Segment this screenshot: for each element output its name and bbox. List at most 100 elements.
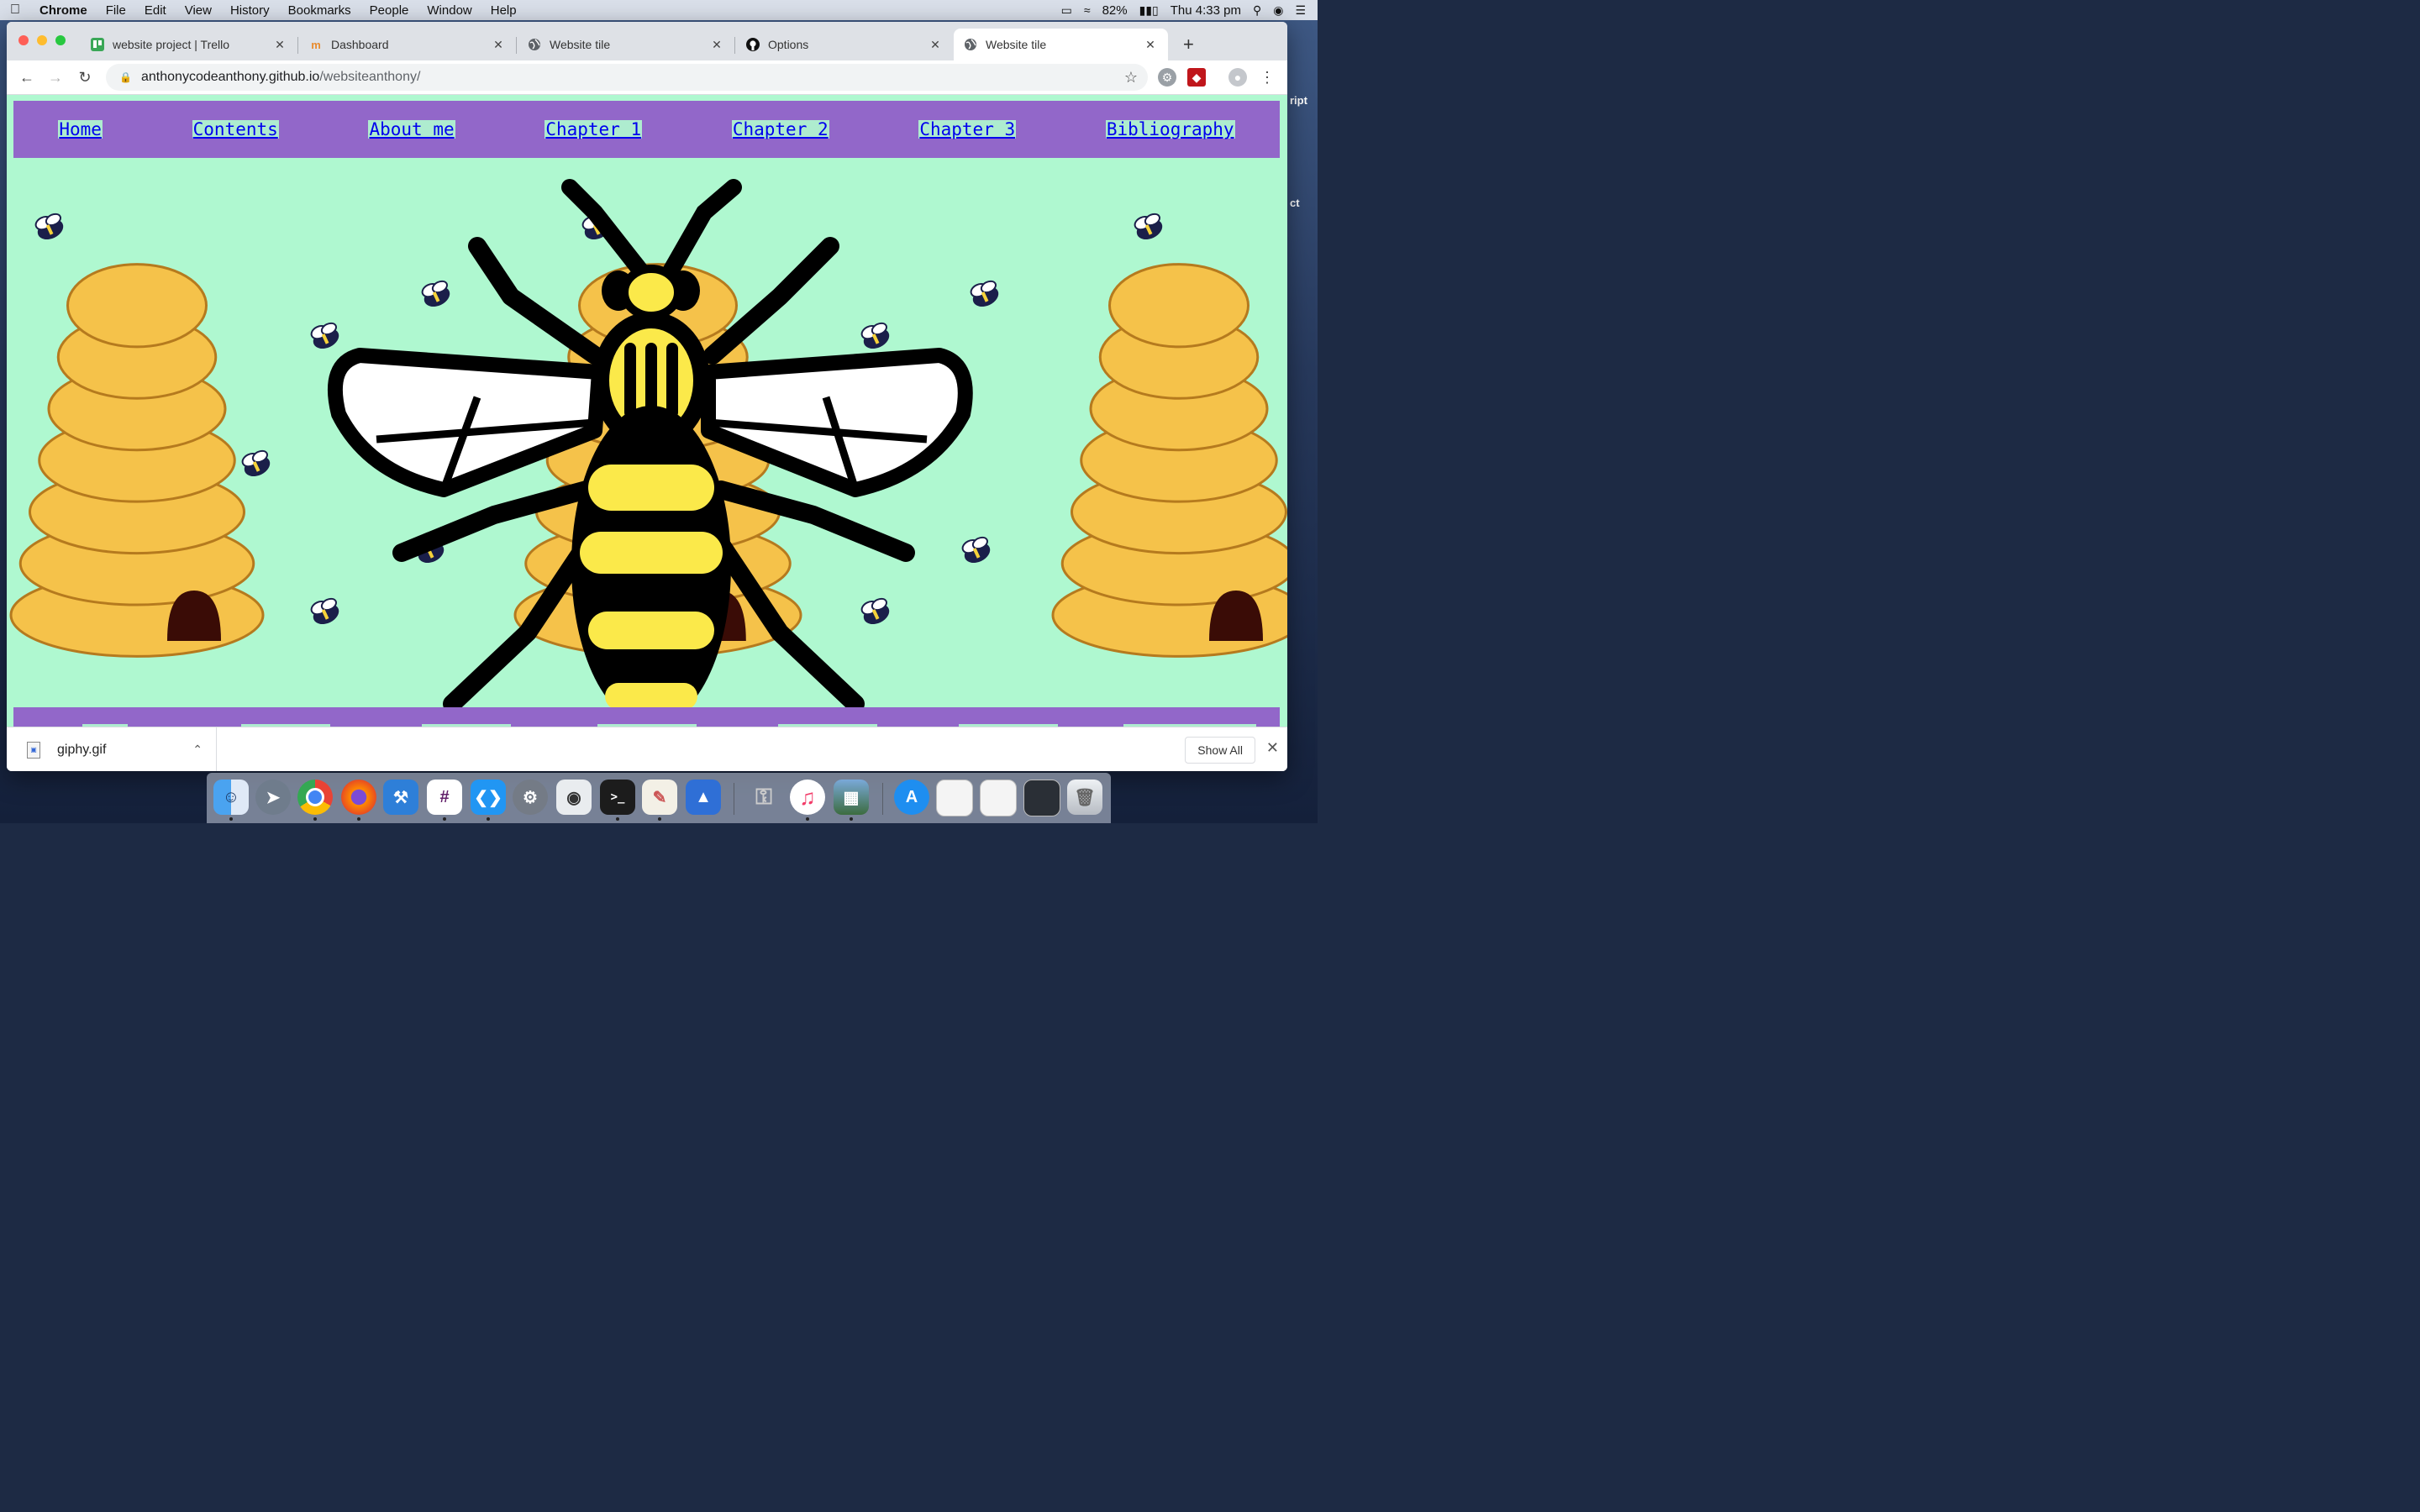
menu-app-name[interactable]: Chrome xyxy=(30,3,97,18)
xcode-icon[interactable]: ⚒ xyxy=(383,780,418,815)
slack-icon[interactable]: # xyxy=(427,780,462,815)
trello-icon xyxy=(91,38,104,51)
show-all-button[interactable]: Show All xyxy=(1185,737,1255,764)
apple-menu-icon[interactable]:  xyxy=(0,3,30,18)
launchpad-icon[interactable]: ➤ xyxy=(255,780,291,815)
bee-hero-illustration xyxy=(7,95,1287,727)
finder-icon[interactable]: ☺ xyxy=(213,780,249,815)
tab-title: Website tile xyxy=(986,38,1047,51)
dock-running-dot xyxy=(313,817,317,821)
tab-website-tile-active[interactable]: Website tile ✕ xyxy=(954,29,1168,60)
minimized-window-icon[interactable] xyxy=(1023,780,1060,816)
site-nav-bar-repeat xyxy=(13,707,1280,727)
dock-running-dot xyxy=(658,817,661,821)
reload-icon[interactable]: ↻ xyxy=(75,67,95,87)
lock-icon[interactable]: 🔒 xyxy=(119,71,132,83)
browser-toolbar: ← → ↻ 🔒 anthonycodeanthony.github.io/web… xyxy=(7,60,1287,95)
tab-title: website project | Trello xyxy=(113,38,230,51)
extension-gear-icon[interactable]: ⚙ xyxy=(1158,68,1176,87)
zoom-window-button[interactable] xyxy=(55,35,66,45)
minimized-window-icon[interactable] xyxy=(980,780,1017,816)
profile-avatar-icon[interactable]: ● xyxy=(1228,68,1247,87)
nav-link-bibliography[interactable]: Bibliography xyxy=(1105,120,1235,139)
chrome-icon[interactable] xyxy=(297,780,333,815)
new-tab-plus-icon[interactable]: + xyxy=(1183,34,1194,55)
desktop-window-edge-text: ript xyxy=(1290,94,1307,107)
tab-close-icon[interactable]: ✕ xyxy=(272,38,287,52)
tab-title: Options xyxy=(768,38,809,51)
browser-window: website project | Trello ✕ m Dashboard ✕… xyxy=(7,22,1287,771)
back-arrow-icon[interactable]: ← xyxy=(17,67,37,87)
web-page-viewport: Home Contents About me Chapter 1 Chapter… xyxy=(7,95,1287,727)
wifi-icon[interactable]: ≈ xyxy=(1084,3,1091,17)
site-nav-bar: Home Contents About me Chapter 1 Chapter… xyxy=(13,101,1280,158)
tab-options[interactable]: Options ✕ xyxy=(736,29,953,60)
address-host: anthonycodeanthony.github.io xyxy=(141,70,320,84)
menu-history[interactable]: History xyxy=(221,3,279,18)
tab-trello[interactable]: website project | Trello ✕ xyxy=(81,29,297,60)
nav-link-about-me[interactable]: About me xyxy=(368,120,455,139)
menu-view[interactable]: View xyxy=(176,3,221,18)
siri-icon[interactable]: ◉ xyxy=(1273,3,1283,18)
minimized-window-icon[interactable] xyxy=(936,780,973,816)
menu-clock[interactable]: Thu 4:33 pm xyxy=(1171,3,1241,18)
downloads-shelf: ▣ giphy.gif ⌃ Show All ✕ xyxy=(7,727,1287,771)
tab-close-icon[interactable]: ✕ xyxy=(928,38,943,52)
extension-ruby-icon[interactable]: ◆ xyxy=(1187,68,1206,87)
battery-percent[interactable]: 82% xyxy=(1102,3,1128,18)
chevron-up-icon[interactable]: ⌃ xyxy=(192,743,203,757)
menu-edit[interactable]: Edit xyxy=(135,3,176,18)
tab-website-tile[interactable]: Website tile ✕ xyxy=(518,29,734,60)
dock-running-dot xyxy=(229,817,233,821)
itunes-icon[interactable]: ♫ xyxy=(790,780,825,815)
bee-head xyxy=(620,265,682,320)
tab-divider xyxy=(516,37,517,54)
airplay-icon[interactable]: ▭ xyxy=(1061,3,1072,18)
close-icon[interactable]: ✕ xyxy=(1266,739,1279,757)
menu-file[interactable]: File xyxy=(97,3,135,18)
bookmark-star-icon[interactable]: ☆ xyxy=(1124,69,1138,87)
spotlight-search-icon[interactable]: ⚲ xyxy=(1253,3,1261,18)
tab-close-icon[interactable]: ✕ xyxy=(491,38,506,52)
nav-link-contents[interactable]: Contents xyxy=(192,120,279,139)
system-preferences-icon[interactable]: ⚙ xyxy=(513,780,548,815)
keychain-access-icon[interactable]: ⚿ xyxy=(746,780,781,815)
minimize-window-button[interactable] xyxy=(37,35,47,45)
preview-icon[interactable]: ▦ xyxy=(834,780,869,815)
screenshot-icon[interactable]: ◉ xyxy=(556,780,592,815)
terminal-icon[interactable]: >_ xyxy=(600,780,635,815)
vscode-icon[interactable]: ❮❯ xyxy=(471,780,506,815)
nav-link-chapter-2[interactable]: Chapter 2 xyxy=(731,120,829,139)
dock-running-dot xyxy=(616,817,619,821)
keynote-icon[interactable]: ▲ xyxy=(686,780,721,815)
battery-icon[interactable]: ▮▮▯ xyxy=(1139,3,1159,18)
more-menu-icon[interactable]: ⋮ xyxy=(1257,67,1277,87)
forward-arrow-icon[interactable]: → xyxy=(45,67,66,87)
app-store-icon[interactable]: A xyxy=(894,780,929,815)
trash-icon[interactable]: 🗑 xyxy=(1067,780,1102,815)
address-path: /websiteanthony/ xyxy=(319,70,421,84)
nav-link-home[interactable]: Home xyxy=(58,120,103,139)
desktop-window-edge-text: ct xyxy=(1290,197,1300,209)
notification-center-icon[interactable]: ☰ xyxy=(1295,3,1306,18)
menu-help[interactable]: Help xyxy=(481,3,526,18)
menu-window[interactable]: Window xyxy=(418,3,481,18)
dock-running-dot xyxy=(487,817,490,821)
firefox-icon[interactable] xyxy=(341,780,376,815)
menu-people[interactable]: People xyxy=(360,3,418,18)
dock-running-dot xyxy=(357,817,360,821)
menu-bookmarks[interactable]: Bookmarks xyxy=(279,3,360,18)
address-bar[interactable]: 🔒 anthonycodeanthony.github.io/websitean… xyxy=(106,64,1148,91)
download-item[interactable]: ▣ giphy.gif ⌃ xyxy=(7,727,217,771)
gif-file-icon: ▣ xyxy=(27,741,40,759)
nav-link-chapter-1[interactable]: Chapter 1 xyxy=(544,120,643,139)
tab-close-icon[interactable]: ✕ xyxy=(1143,38,1158,52)
dock-running-dot xyxy=(443,817,446,821)
close-window-button[interactable] xyxy=(18,35,29,45)
textedit-icon[interactable]: ✎ xyxy=(642,780,677,815)
tab-close-icon[interactable]: ✕ xyxy=(709,38,724,52)
abdomen-stripe xyxy=(580,532,723,574)
tab-dashboard[interactable]: m Dashboard ✕ xyxy=(299,29,516,60)
mac-dock: ☺ ➤ ⚒ # ❮❯ ⚙ ◉ >_ ✎ ▲ ⚿ ♫ ▦ A 🗑 xyxy=(207,773,1111,823)
nav-link-chapter-3[interactable]: Chapter 3 xyxy=(918,120,1017,139)
